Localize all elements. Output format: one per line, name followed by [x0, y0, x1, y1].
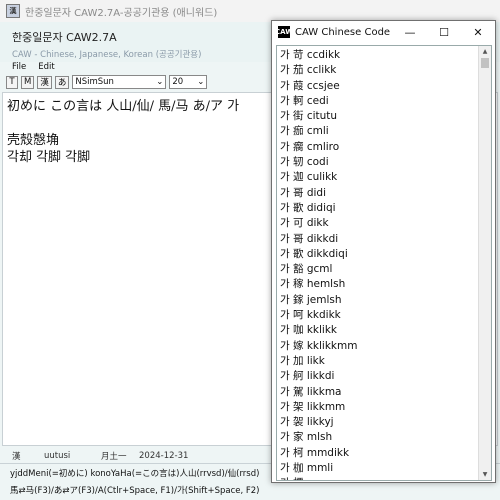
code-list-item[interactable]: 가 呵 kkdikk [280, 308, 475, 323]
menu-edit[interactable]: Edit [38, 62, 54, 74]
code-list-item[interactable]: 가 哥 didi [280, 186, 475, 201]
font-select[interactable]: NSimSun ⌄ [72, 75, 167, 89]
app-heading: 한중일문자 CAW2.7A [12, 31, 117, 44]
code-list-item[interactable]: 가 哥 dikkdi [280, 232, 475, 247]
hint-line: 馬⇄马(F3)/あ⇄ア(F3)/A(Ctlr+Space, F1)/가(Shif… [10, 486, 260, 496]
code-list-item[interactable]: 가 葭 ccsjee [280, 79, 475, 94]
toolbar: T M 漢 あ NSimSun ⌄ 20 ⌄ [6, 74, 210, 90]
close-icon[interactable]: ✕ [461, 21, 495, 43]
code-list-item[interactable]: 가 加 likk [280, 354, 475, 369]
main-title-bar[interactable]: 漢 한중일문자 CAW2.7A-공공기관용 (애니워드) [0, 0, 500, 22]
code-list-item[interactable]: 가 轫 codi [280, 155, 475, 170]
code-list-item[interactable]: 가 咖 kklikk [280, 323, 475, 338]
code-list-item[interactable]: 가 駕 likkma [280, 385, 475, 400]
code-list-item[interactable]: 가 迦 culikk [280, 170, 475, 185]
code-list-item[interactable]: 가 袈 likkyj [280, 415, 475, 430]
main-window-title: 한중일문자 CAW2.7A-공공기관용 (애니워드) [25, 7, 218, 19]
code-list-item[interactable]: 가 軻 cedi [280, 94, 475, 109]
caw-app-icon: 漢 [6, 4, 20, 18]
code-list-item[interactable]: 가 舸 likkdi [280, 369, 475, 384]
code-list-item[interactable]: 가 可 dikk [280, 216, 475, 231]
code-list-item[interactable]: 가 家 mlsh [280, 430, 475, 445]
code-list-item[interactable]: 가 豁 gcml [280, 262, 475, 277]
status-code: uutusi [44, 451, 71, 461]
status-char: 漢 [12, 452, 21, 462]
editor-line: 각却 각脚 각脚 [7, 150, 91, 165]
code-list-item[interactable]: 가 檟 mmye [280, 476, 475, 480]
code-list[interactable]: 가 苛 ccdikk 가 茄 cclikk 가 葭 ccsjee 가 軻 cedi 가 … [276, 45, 492, 481]
code-list-item[interactable]: 가 柯 mmdikk [280, 446, 475, 461]
hanja-button[interactable]: 漢 [37, 75, 52, 89]
menu-file[interactable]: File [12, 62, 26, 74]
maximize-icon[interactable]: ☐ [427, 21, 461, 43]
code-list-item[interactable]: 가 嫁 kklikkmm [280, 339, 475, 354]
code-list-item[interactable]: 가 茄 cclikk [280, 63, 475, 78]
hiragana-button[interactable]: あ [54, 75, 70, 89]
minimize-icon[interactable]: — [393, 21, 427, 43]
code-list-item[interactable]: 가 歌 didiqi [280, 201, 475, 216]
scroll-down-icon[interactable]: ▼ [479, 469, 491, 480]
code-list-item[interactable]: 가 苛 ccdikk [280, 48, 475, 63]
code-list-item[interactable]: 가 痂 cmli [280, 124, 475, 139]
editor-line: 初めに この言は 人山/仙/ 馬/马 あ/ア 가 [7, 99, 240, 114]
scroll-up-icon[interactable]: ▲ [479, 46, 491, 57]
code-window-title: CAW Chinese Code [295, 26, 391, 38]
code-list-item[interactable]: 가 瘸 cmliro [280, 140, 475, 155]
code-list-item[interactable]: 가 歌 dikkdiqi [280, 247, 475, 262]
caption-buttons: — ☐ ✕ [393, 21, 495, 43]
hint-line: yjddMeni(=初めに) konoYaHa(=この言は)人山(rrvsd)/… [10, 469, 260, 479]
code-list-item[interactable]: 가 稼 hemlsh [280, 277, 475, 292]
code-title-bar[interactable]: CAW CAW Chinese Code — ☐ ✕ [272, 21, 495, 43]
caw-app-icon: CAW [275, 26, 293, 38]
m-button[interactable]: M [21, 75, 35, 89]
code-list-item[interactable]: 가 架 likkmm [280, 400, 475, 415]
font-size-value: 20 [172, 77, 184, 87]
chevron-down-icon: ⌄ [197, 77, 205, 87]
chevron-down-icon: ⌄ [156, 77, 164, 87]
status-date: 2024-12-31 [139, 451, 189, 461]
status-reading: 月土一 [101, 452, 127, 462]
code-list-item[interactable]: 가 街 citutu [280, 109, 475, 124]
code-list-item[interactable]: 가 鎵 jemlsh [280, 293, 475, 308]
code-window: CAW CAW Chinese Code — ☐ ✕ 가 苛 ccdikk 가 茄… [271, 20, 496, 483]
font-size-select[interactable]: 20 ⌄ [169, 75, 208, 89]
app-subheading: CAW - Chinese, Japanese, Korean (공공기관용) [12, 50, 202, 60]
code-list-item[interactable]: 가 枷 mmli [280, 461, 475, 476]
scroll-thumb[interactable] [481, 58, 489, 68]
t-button[interactable]: T [6, 75, 18, 89]
vertical-scrollbar[interactable]: ▲ ▼ [478, 46, 491, 480]
font-select-value: NSimSun [75, 77, 114, 87]
code-list-items: 가 苛 ccdikk 가 茄 cclikk 가 葭 ccsjee 가 軻 cedi 가 … [280, 48, 475, 480]
